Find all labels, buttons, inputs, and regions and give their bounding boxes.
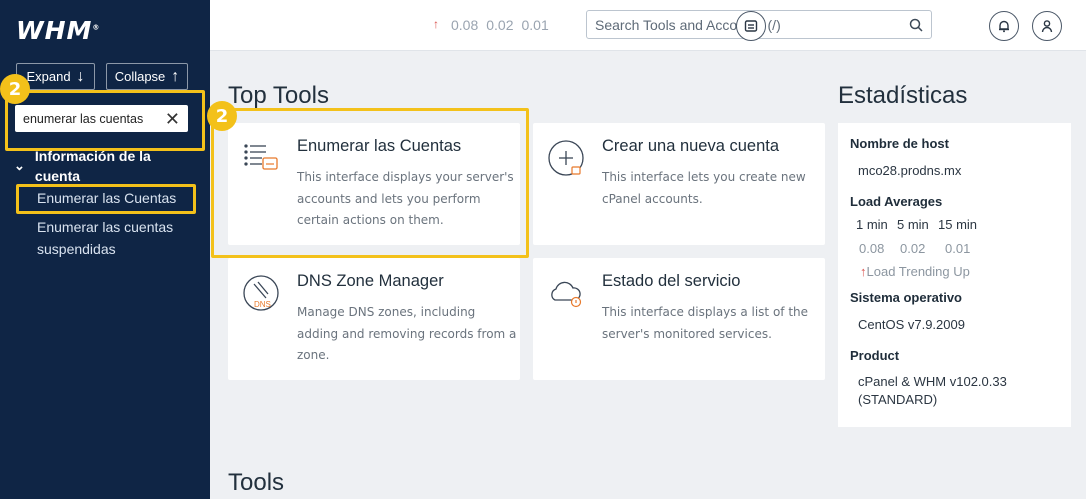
list-accounts-icon — [244, 144, 278, 170]
load-value-5: 0.02 — [900, 241, 926, 256]
trend-up-icon: ↑ — [433, 17, 439, 31]
collapse-label: Collapse — [114, 69, 166, 84]
load-averages-label: Load Averages — [850, 194, 943, 209]
search-icon[interactable] — [909, 18, 923, 32]
sidebar: WHM® Expand ↓ Collapse ↑ ✕ ⌄ Información… — [0, 0, 210, 499]
top-tools-title: Top Tools — [228, 82, 329, 109]
tool-card-create-account[interactable]: Crear una nueva cuenta This interface le… — [533, 123, 825, 245]
card-title: Crear una nueva cuenta — [602, 137, 780, 155]
notifications-button[interactable] — [989, 11, 1019, 41]
user-icon — [1041, 20, 1053, 33]
collapse-button[interactable]: Collapse ↑ — [106, 63, 188, 90]
arrow-up-icon: ↑ — [171, 67, 180, 85]
tool-card-list-accounts[interactable]: Enumerar las Cuentas This interface disp… — [228, 123, 520, 245]
clear-icon[interactable]: ✕ — [165, 110, 180, 128]
card-description: This interface displays your server's ac… — [297, 170, 514, 227]
os-value: CentOS v7.9.2009 — [858, 317, 965, 332]
category-label: Información de la cuenta — [34, 148, 151, 184]
load-5min: 0.02 — [486, 17, 514, 33]
card-title: Enumerar las Cuentas — [297, 137, 462, 155]
svg-text:DNS: DNS — [254, 300, 271, 309]
create-account-icon — [548, 140, 584, 176]
user-menu-button[interactable] — [1032, 11, 1062, 41]
tool-card-service-status[interactable]: Estado del servicio This interface displ… — [533, 258, 825, 380]
chevron-down-icon: ⌄ — [14, 158, 25, 173]
load-trend: ↑Load Trending Up — [860, 263, 970, 281]
load-15min: 0.01 — [521, 17, 549, 33]
dns-icon: DNS — [243, 275, 279, 311]
tools-title: Tools — [228, 469, 285, 496]
step-badge-main: 2 — [207, 101, 237, 131]
service-status-icon — [551, 281, 582, 308]
load-trend-text: Load Trending Up — [866, 264, 970, 279]
stats-title: Estadísticas — [838, 82, 968, 109]
card-description: This interface displays a list of the se… — [602, 305, 809, 341]
card-description: Manage DNS zones, including adding and r… — [297, 305, 517, 362]
step-badge: 2 — [0, 74, 30, 104]
load-value-15: 0.01 — [945, 241, 971, 256]
sidebar-item-list-accounts[interactable]: Enumerar las Cuentas — [37, 187, 176, 209]
expand-label: Expand — [26, 69, 71, 84]
load-value-1: 0.08 — [859, 241, 885, 256]
bell-icon — [999, 20, 1009, 33]
load-header-15: 15 min — [938, 217, 978, 232]
product-label: Product — [850, 348, 900, 363]
load-header-5: 5 min — [897, 217, 929, 232]
server-info-button[interactable] — [736, 11, 766, 41]
load-header-1: 1 min — [856, 217, 888, 232]
load-1min: 0.08 — [451, 17, 479, 33]
tool-card-dns-zone-manager[interactable]: DNS DNS Zone Manager Manage DNS zones, i… — [228, 258, 520, 380]
stats-panel: Nombre de host mco28.prodns.mx Load Aver… — [838, 123, 1071, 427]
whm-logo[interactable]: WHM® — [16, 16, 100, 45]
server-load: ↑ 0.08 0.02 0.01 — [433, 17, 549, 33]
card-description: This interface lets you create new cPane… — [602, 170, 806, 206]
hostname-label: Nombre de host — [850, 136, 949, 151]
sidebar-search[interactable]: ✕ — [15, 105, 188, 132]
os-label: Sistema operativo — [850, 290, 962, 305]
sidebar-item-list-suspended[interactable]: Enumerar las cuentas suspendidas — [37, 216, 197, 260]
arrow-down-icon: ↓ — [76, 67, 85, 85]
card-title: DNS Zone Manager — [297, 272, 444, 290]
hostname-value: mco28.prodns.mx — [858, 163, 962, 178]
server-icon — [744, 20, 758, 32]
topbar: ↑ 0.08 0.02 0.01 — [210, 0, 1086, 51]
sidebar-search-input[interactable] — [23, 111, 163, 126]
card-title: Estado del servicio — [602, 272, 741, 290]
category-account-info[interactable]: ⌄ Información de la cuenta — [14, 146, 194, 186]
product-value: cPanel & WHM v102.0.33 (STANDARD) — [858, 374, 1007, 407]
